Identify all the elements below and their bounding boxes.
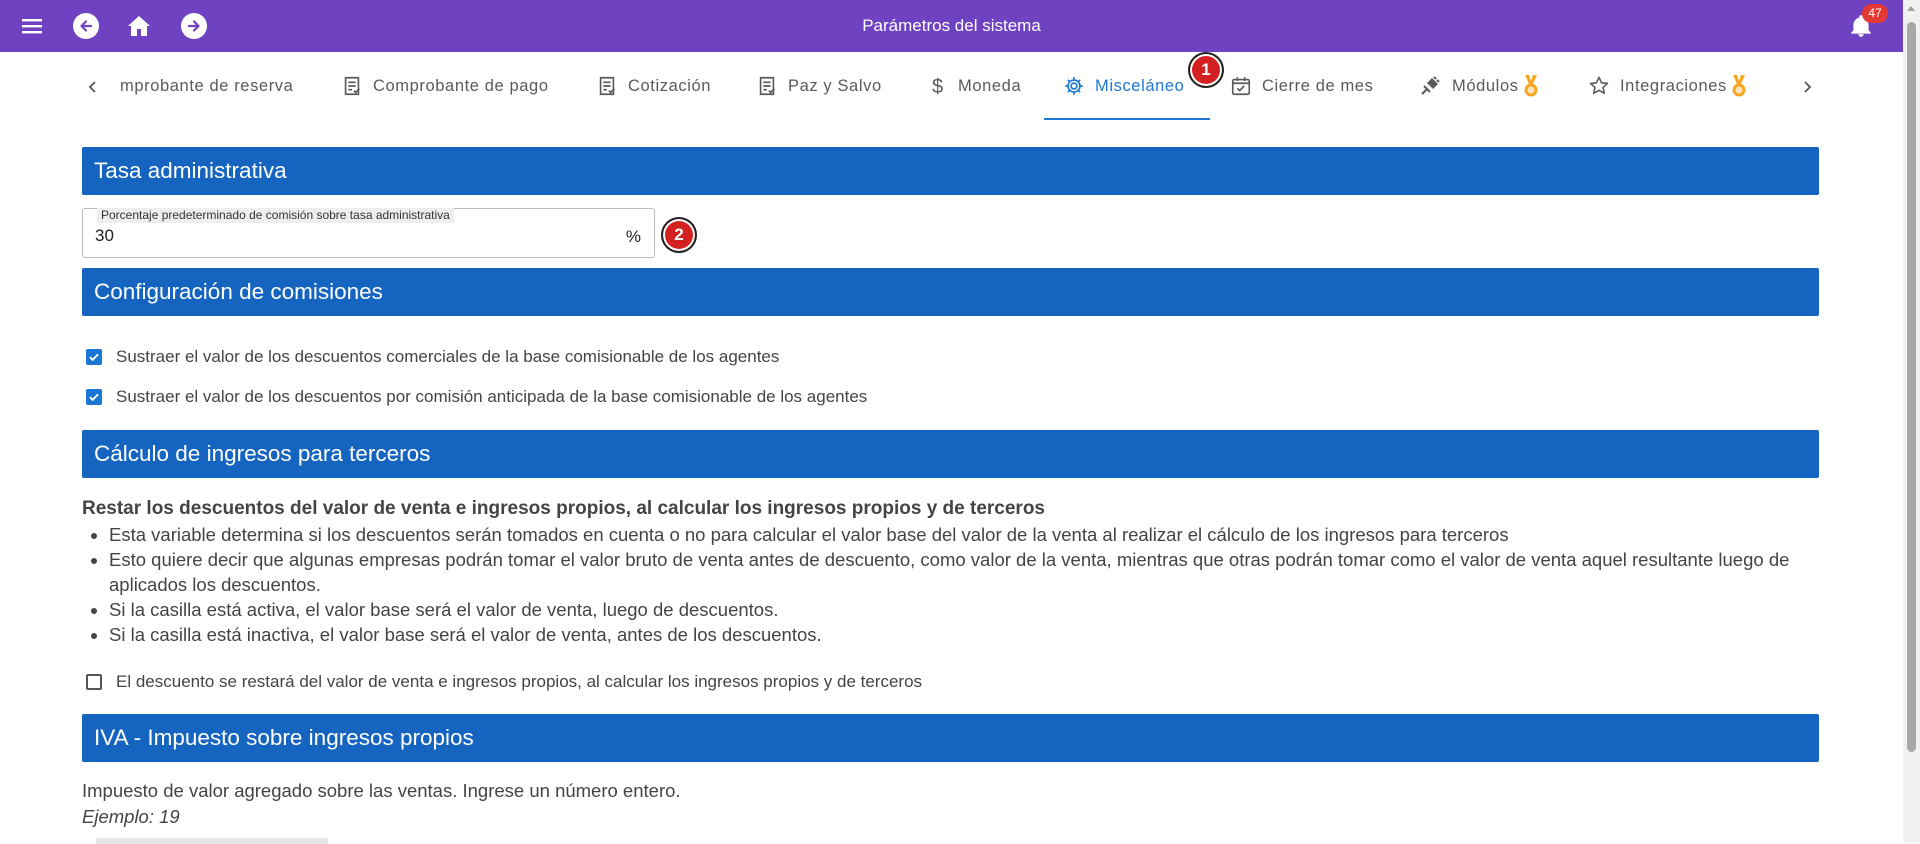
tab-comprobante-pago[interactable]: Comprobante de pago [341,70,549,102]
medal-icon [1524,75,1538,97]
tab-modulos[interactable]: Módulos [1418,70,1541,102]
checkbox-label: Sustraer el valor de los descuentos por … [116,387,868,406]
page-title: Parámetros del sistema [862,16,1041,35]
chevron-right-icon [1804,81,1812,93]
chevron-left-icon [88,81,96,93]
field-label: Porcentaje predeterminado de comisión so… [97,208,454,223]
receipt-icon [759,76,775,96]
medal-icon [1732,75,1746,97]
list-item: Esta variable determina si los descuento… [109,522,1809,547]
section-header-iva: IVA - Impuesto sobre ingresos propios [82,714,1819,762]
tabs-prev-button[interactable] [78,72,108,102]
list-item: Si la casilla está inactiva, el valor ba… [109,622,1809,647]
tab-label: Comprobante de pago [373,76,549,95]
tab-label: Paz y Salvo [788,76,882,95]
tasa-percentage-field[interactable]: Porcentaje predeterminado de comisión so… [82,208,655,258]
checkbox-descuentos-comerciales[interactable]: Sustraer el valor de los descuentos come… [86,347,779,367]
checkbox-unchecked-icon[interactable] [86,674,102,690]
settings-tabs: mprobante de reserva Comprobante de pago… [0,52,1903,120]
tab-cotizacion[interactable]: Cotización [596,70,711,102]
iva-input-field[interactable] [96,838,328,844]
tab-moneda[interactable]: $ Moneda [928,70,1021,102]
tab-label: Integraciones [1620,76,1727,95]
svg-text:$: $ [932,76,944,97]
checkbox-comision-anticipada[interactable]: Sustraer el valor de los descuentos por … [86,387,867,407]
tab-paz-y-salvo[interactable]: Paz y Salvo [756,70,882,102]
checkbox-label: Sustraer el valor de los descuentos come… [116,347,780,366]
dollar-icon: $ [932,76,944,97]
percent-suffix: % [625,227,641,246]
receipt-icon [344,76,360,96]
calendar-check-icon [1231,77,1251,96]
tab-label: Módulos [1452,76,1519,95]
tasa-percentage-input[interactable] [95,226,495,246]
checkbox-checked-icon[interactable] [86,389,102,405]
star-icon [1589,76,1609,95]
terceros-description-title: Restar los descuentos del valor de venta… [82,498,1045,519]
page-scrollbar[interactable] [1903,0,1920,843]
section-header-comisiones: Configuración de comisiones [82,268,1819,316]
tab-label: Cierre de mes [1262,76,1374,95]
checkbox-label: El descuento se restará del valor de ven… [116,672,923,691]
tab-cierre-de-mes[interactable]: Cierre de mes [1230,70,1373,102]
top-app-bar: Parámetros del sistema 47 [0,0,1903,52]
checkbox-restar-descuento[interactable]: El descuento se restará del valor de ven… [86,672,922,692]
tab-miscelaneo[interactable]: Misceláneo [1063,70,1184,102]
callout-marker: 2 [661,217,697,253]
iva-description: Impuesto de valor agregado sobre las ven… [82,780,681,801]
tab-integraciones[interactable]: Integraciones [1588,70,1749,102]
tab-label: Cotización [628,76,712,95]
receipt-icon [599,76,615,96]
plug-icon [1421,76,1440,95]
checkbox-checked-icon[interactable] [86,349,102,365]
callout-marker: 1 [1188,52,1224,88]
active-tab-indicator [1044,118,1210,120]
list-item: Esto quiere decir que algunas empresas p… [109,547,1809,597]
scroll-up-arrow-icon[interactable] [1907,6,1915,11]
scrollbar-thumb[interactable] [1907,22,1916,752]
tab-label: Moneda [958,76,1022,95]
tab-comprobante-reserva[interactable]: mprobante de reserva [120,70,310,102]
notification-badge: 47 [1862,4,1888,23]
section-header-tasa: Tasa administrativa [82,147,1819,195]
gear-icon [1065,77,1083,95]
list-item: Si la casilla está activa, el valor base… [109,597,1809,622]
tabs-next-button[interactable] [1792,72,1822,102]
tab-label: mprobante de reserva [120,76,294,95]
tab-label: Misceláneo [1095,76,1185,95]
section-header-terceros: Cálculo de ingresos para terceros [82,430,1819,478]
iva-example: Ejemplo: 19 [82,806,180,827]
terceros-description-list: Esta variable determina si los descuento… [82,522,1809,647]
